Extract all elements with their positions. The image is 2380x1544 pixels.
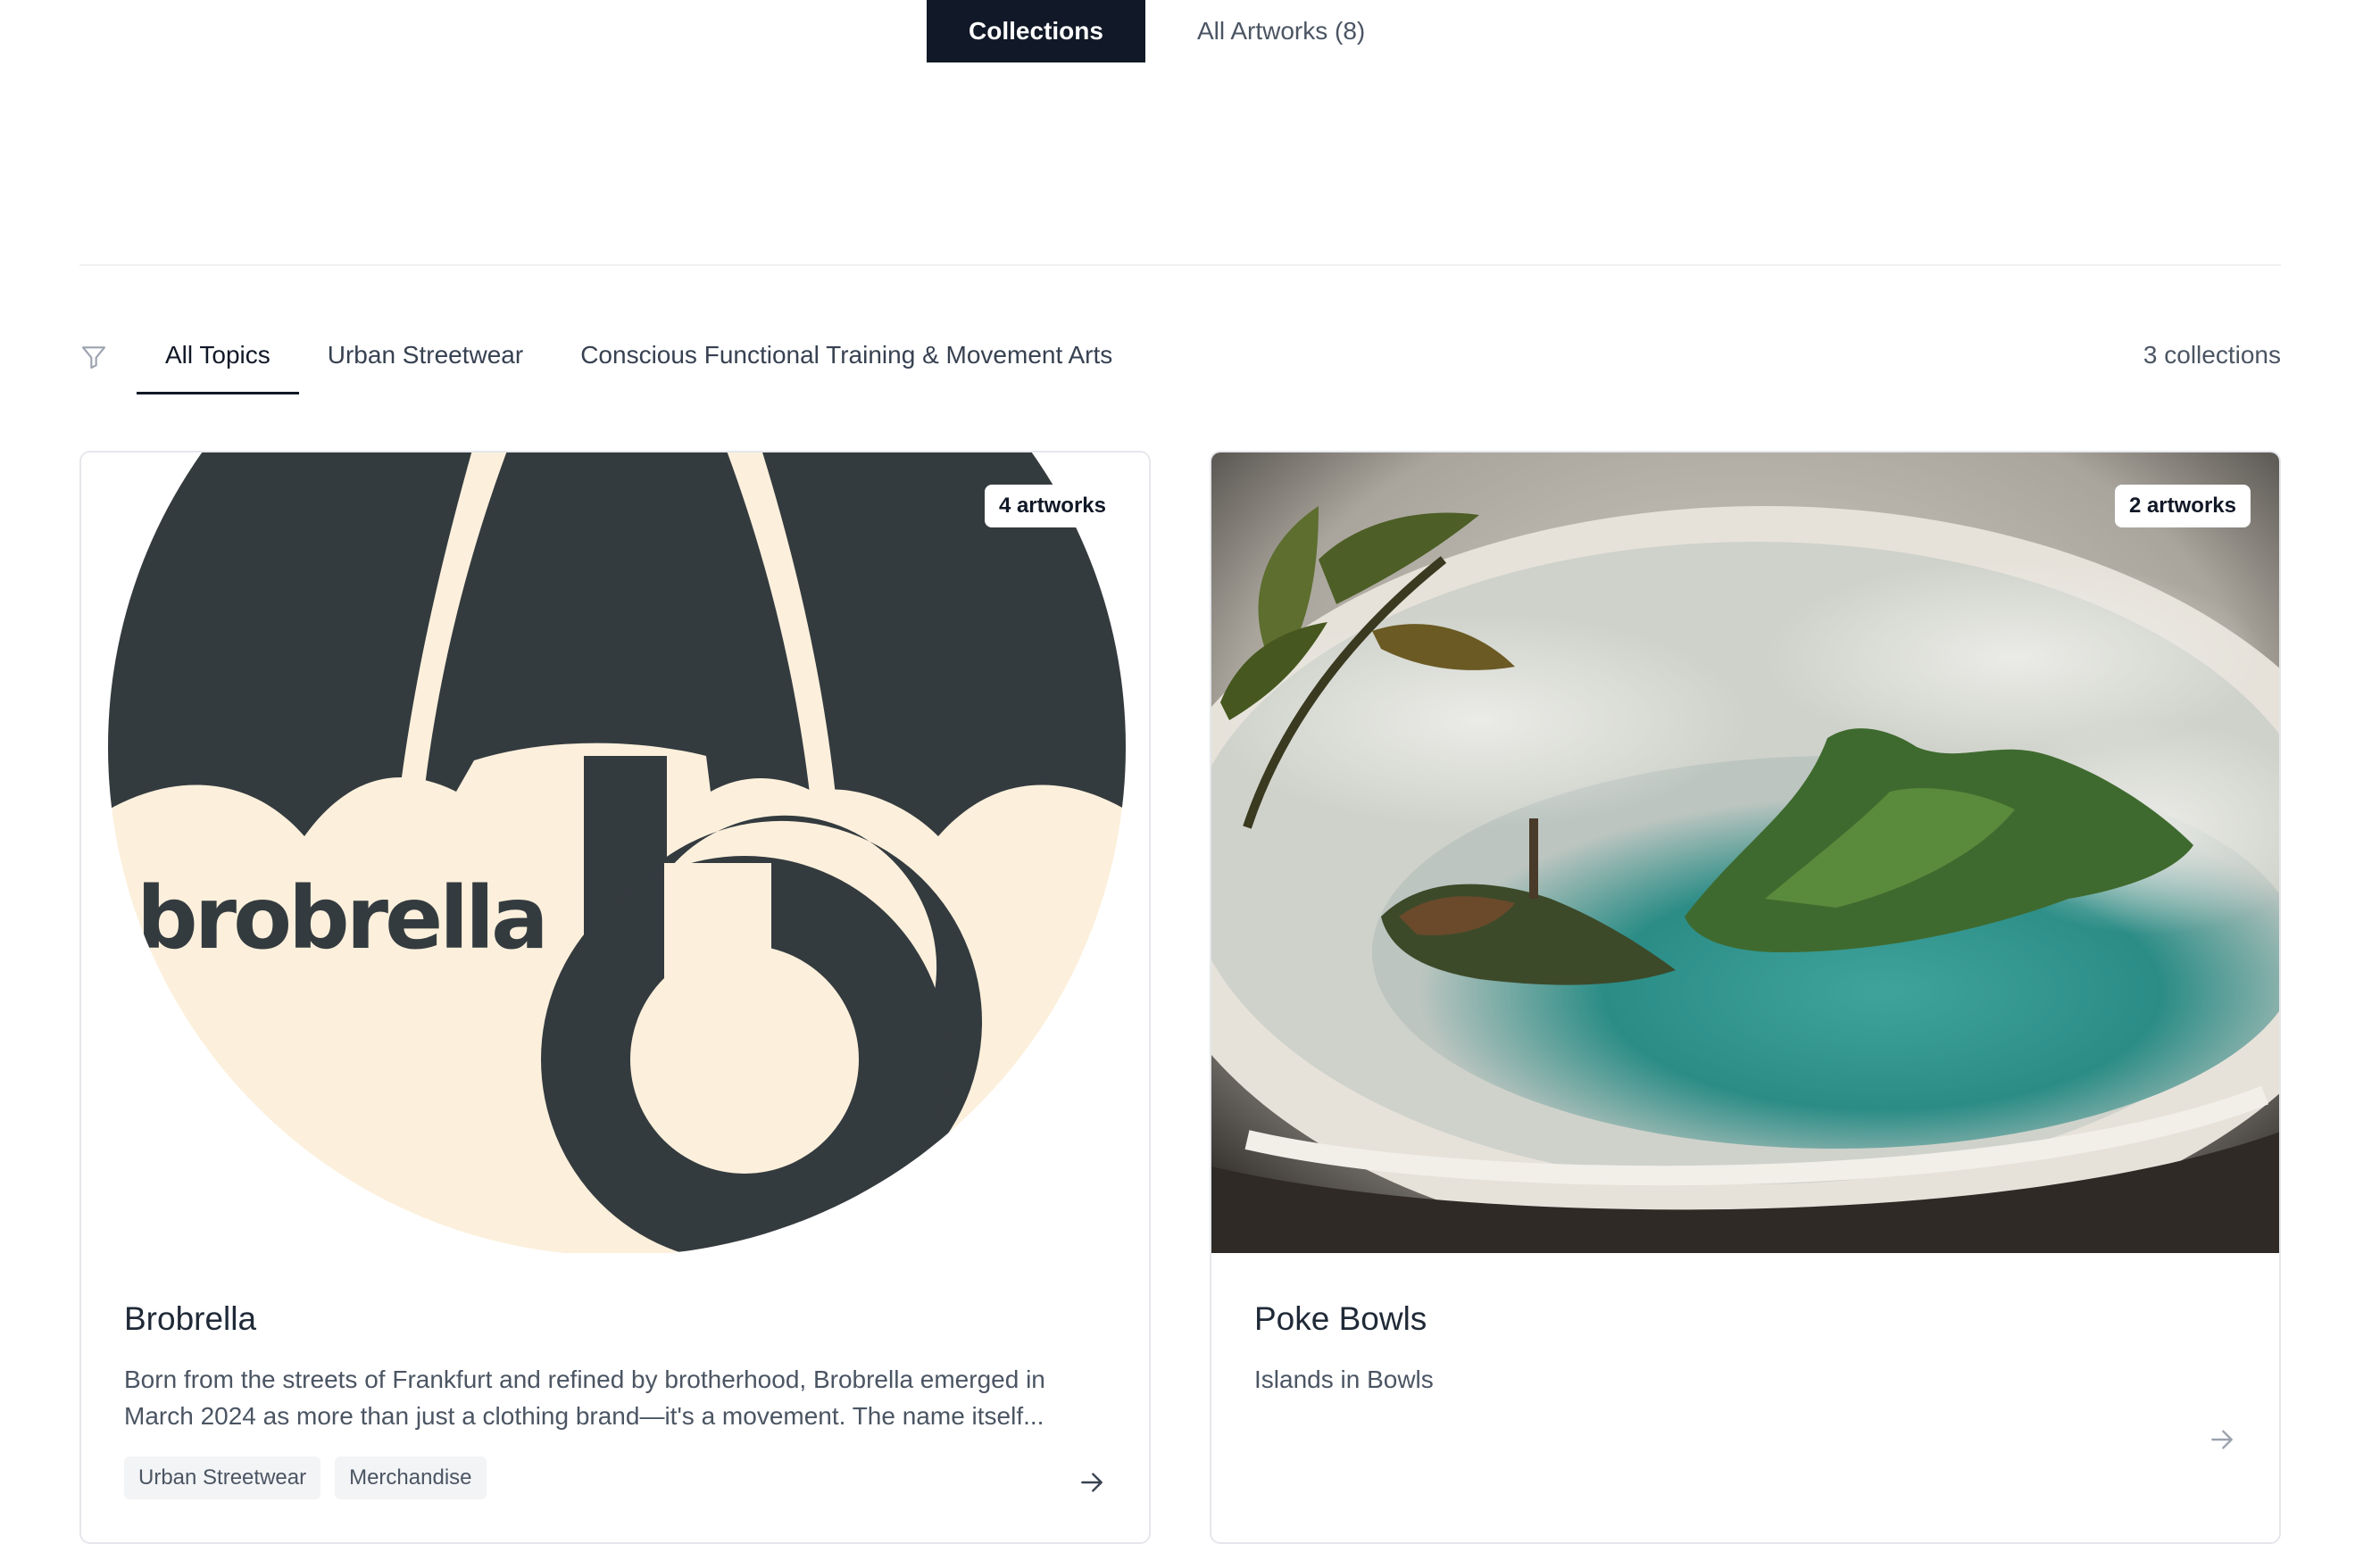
brobrella-logo-text: brobrella xyxy=(137,868,545,968)
topic-tab-all[interactable]: All Topics xyxy=(137,321,299,394)
card-title: Poke Bowls xyxy=(1254,1300,1427,1337)
collection-cover-image: 2 artworks xyxy=(1211,452,2279,1253)
topic-tab-conscious-training[interactable]: Conscious Functional Training & Movement… xyxy=(552,321,1141,394)
tab-all-artworks[interactable]: All Artworks (8) xyxy=(1145,0,1408,62)
arrow-right-icon[interactable] xyxy=(2208,1425,2236,1454)
tag: Merchandise xyxy=(335,1457,487,1499)
filter-icon xyxy=(81,346,106,369)
tab-collections[interactable]: Collections xyxy=(927,0,1145,62)
collection-card-brobrella[interactable]: brobrella 4 artworks Brobrella Born from… xyxy=(79,451,1151,1544)
brobrella-logo-image: brobrella xyxy=(81,452,1149,1253)
collections-count: 3 collections xyxy=(2143,341,2281,369)
topic-filter-bar: All Topics Urban Streetwear Conscious Fu… xyxy=(79,321,2281,394)
view-tabs: Collections All Artworks (8) xyxy=(927,0,1408,62)
topic-tabs: All Topics Urban Streetwear Conscious Fu… xyxy=(137,321,1141,394)
section-divider xyxy=(79,264,2281,266)
poke-bowl-island-image xyxy=(1211,452,2279,1253)
topic-tab-urban-streetwear[interactable]: Urban Streetwear xyxy=(299,321,552,394)
collection-card-poke-bowls[interactable]: 2 artworks Poke Bowls Islands in Bowls xyxy=(1210,451,2281,1544)
card-description: Born from the streets of Frankfurt and r… xyxy=(124,1366,1045,1430)
artworks-count-badge: 4 artworks xyxy=(984,485,1120,527)
card-title: Brobrella xyxy=(124,1300,257,1337)
arrow-right-icon[interactable] xyxy=(1078,1468,1106,1497)
artworks-count-badge: 2 artworks xyxy=(2114,485,2251,527)
card-description: Islands in Bowls xyxy=(1254,1366,1434,1393)
collection-cover-image: brobrella 4 artworks xyxy=(81,452,1149,1253)
tag: Urban Streetwear xyxy=(124,1457,321,1499)
card-body: Brobrella Born from the streets of Frank… xyxy=(124,1300,1106,1434)
card-body: Poke Bowls Islands in Bowls xyxy=(1254,1300,2236,1398)
card-tags: Urban Streetwear Merchandise xyxy=(124,1457,487,1499)
